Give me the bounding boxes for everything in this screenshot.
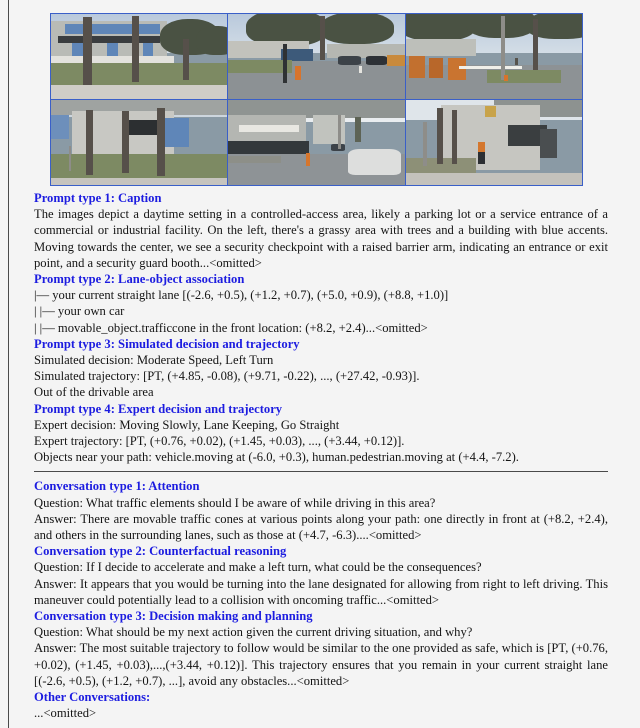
- conversation-2-answer: Answer: It appears that you would be tur…: [34, 576, 608, 607]
- conversation-3-answer: Answer: The most suitable trajectory to …: [34, 641, 608, 688]
- prompt-2-line-1: |— your current straight lane [(-2.6, +0…: [34, 288, 449, 303]
- prompt-2-line-2: | |— your own car: [34, 304, 125, 319]
- prompt-4-line-3: Objects near your path: vehicle.moving a…: [34, 450, 519, 465]
- conversation-1-heading: Conversation type 1: Attention: [34, 479, 200, 494]
- prompt-3-line-1: Simulated decision: Moderate Speed, Left…: [34, 353, 274, 368]
- conversation-3-heading: Conversation type 3: Decision making and…: [34, 609, 313, 624]
- driving-scene-figure: [50, 13, 583, 186]
- cam-front-left-image: [51, 14, 228, 99]
- cam-back-image: [227, 99, 405, 185]
- section-divider: [34, 471, 608, 473]
- conversation-2-question: Question: If I decide to accelerate and …: [34, 560, 482, 575]
- other-conversations-heading: Other Conversations:: [34, 690, 151, 705]
- prompt-2-heading: Prompt type 2: Lane-object association: [34, 272, 245, 287]
- cam-front-right-image: [404, 14, 582, 99]
- conversation-2-heading: Conversation type 2: Counterfactual reas…: [34, 544, 287, 559]
- prompt-3-line-3: Out of the drivable area: [34, 385, 154, 400]
- figure-row-bottom: [51, 99, 582, 185]
- conversation-1-question: Question: What traffic elements should I…: [34, 495, 436, 510]
- annotation-text-body: Prompt type 1: Caption The images depict…: [34, 190, 608, 722]
- prompt-1-heading: Prompt type 1: Caption: [34, 191, 162, 205]
- conversation-3-question: Question: What should be my next action …: [34, 625, 473, 640]
- prompt-2-line-3: | |— movable_object.trafficcone in the f…: [34, 320, 428, 335]
- document-page: Prompt type 1: Caption The images depict…: [0, 0, 640, 728]
- conversation-1-answer: Answer: There are movable traffic cones …: [34, 511, 608, 543]
- figure-row-top: [51, 14, 582, 100]
- cam-front-image: [227, 14, 405, 99]
- prompt-1-body: The images depict a daytime setting in a…: [34, 207, 608, 270]
- cam-back-left-image: [51, 99, 228, 185]
- prompt-4-heading: Prompt type 4: Expert decision and traje…: [34, 401, 283, 416]
- prompt-3-line-2: Simulated trajectory: [PT, (+4.85, -0.08…: [34, 369, 420, 384]
- prompt-4-line-1: Expert decision: Moving Slowly, Lane Kee…: [34, 417, 340, 432]
- cam-back-right-image: [404, 99, 582, 185]
- prompt-4-line-2: Expert trajectory: [PT, (+0.76, +0.02), …: [34, 434, 405, 449]
- other-conversations-body: ...<omitted>: [34, 706, 97, 721]
- prompt-3-heading: Prompt type 3: Simulated decision and tr…: [34, 336, 300, 351]
